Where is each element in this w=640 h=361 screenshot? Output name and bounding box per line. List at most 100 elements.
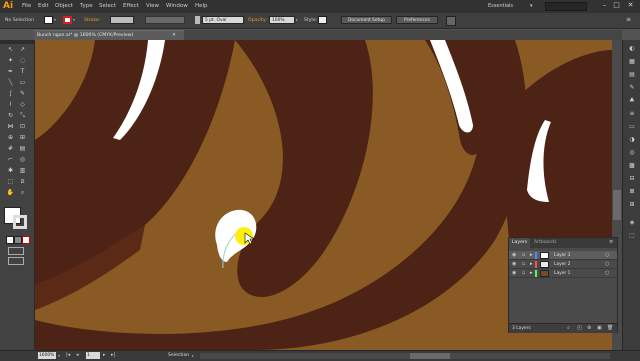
gradient-mode-icon[interactable] bbox=[14, 236, 22, 244]
artboard-tool-icon[interactable]: ⬚ bbox=[5, 177, 16, 187]
mesh-tool-icon[interactable]: # bbox=[5, 144, 16, 154]
transparency-icon[interactable]: ◑ bbox=[626, 135, 638, 144]
free-transform-tool-icon[interactable]: ⊡ bbox=[17, 122, 28, 132]
zoom-field[interactable]: 1600% bbox=[38, 352, 56, 359]
search-input[interactable] bbox=[545, 2, 587, 11]
new-layer-icon[interactable]: ▣ bbox=[597, 325, 602, 331]
lock-toggle-icon[interactable]: ▫ bbox=[522, 252, 525, 258]
paintbrush-tool-icon[interactable]: ∫ bbox=[5, 89, 16, 99]
status-menu-icon[interactable]: ▸ bbox=[192, 353, 194, 358]
opacity-field[interactable]: 100% bbox=[269, 16, 295, 24]
horizontal-scroll-thumb[interactable] bbox=[410, 353, 450, 359]
visibility-eye-icon[interactable]: ◉ bbox=[512, 252, 516, 258]
vertical-scroll-thumb[interactable] bbox=[613, 190, 621, 220]
shape-builder-tool-icon[interactable]: ⊕ bbox=[5, 133, 16, 143]
expand-arrow-icon[interactable]: ▸ bbox=[530, 261, 533, 267]
layer-name[interactable]: Layer 3 bbox=[554, 253, 570, 258]
close-button[interactable]: ✕ bbox=[626, 1, 635, 10]
menu-file[interactable]: File bbox=[22, 3, 31, 9]
slice-tool-icon[interactable]: ⧄ bbox=[17, 177, 28, 187]
menu-help[interactable]: Help bbox=[195, 3, 208, 9]
layer-row[interactable]: ◉ ▫ ▸ Layer 3 ○ bbox=[509, 251, 617, 260]
layers-icon[interactable]: ◈ bbox=[626, 218, 638, 227]
expand-arrow-icon[interactable]: ▸ bbox=[530, 252, 533, 258]
stroke-dropdown-icon[interactable]: ▾ bbox=[73, 17, 75, 22]
brushes-icon[interactable]: ✎ bbox=[626, 83, 638, 92]
document-setup-button[interactable]: Document Setup bbox=[341, 16, 392, 24]
transform-icon[interactable]: ⊞ bbox=[626, 200, 638, 209]
eraser-tool-icon[interactable]: ◇ bbox=[17, 100, 28, 110]
first-artboard-icon[interactable]: |◂ bbox=[66, 352, 70, 358]
new-sublayer-icon[interactable]: ⊕ bbox=[587, 325, 591, 331]
brush-definition-field[interactable]: 5 pt. Oval bbox=[202, 16, 244, 24]
previous-artboard-icon[interactable]: ◂ bbox=[76, 352, 79, 358]
graphic-style-swatch[interactable] bbox=[318, 16, 327, 24]
maximize-button[interactable]: □ bbox=[612, 1, 621, 10]
artboard-number-field[interactable]: 1 bbox=[86, 352, 100, 359]
layer-row[interactable]: ◉ ▫ ▸ Layer 2 ○ bbox=[509, 260, 617, 269]
symbols-icon[interactable]: ♣ bbox=[626, 96, 638, 105]
symbol-sprayer-tool-icon[interactable]: ✱ bbox=[5, 166, 16, 176]
menu-object[interactable]: Object bbox=[55, 3, 73, 9]
stroke-weight-field[interactable] bbox=[110, 16, 134, 24]
magic-wand-tool-icon[interactable]: ✦ bbox=[5, 56, 16, 66]
layer-name[interactable]: Layer 1 bbox=[554, 271, 570, 276]
panel-menu-icon[interactable]: ≡ bbox=[609, 239, 613, 245]
tab-layers[interactable]: Layers bbox=[509, 238, 531, 248]
horizontal-scrollbar[interactable] bbox=[200, 353, 610, 359]
visibility-eye-icon[interactable]: ◉ bbox=[512, 261, 516, 267]
target-icon[interactable]: ○ bbox=[605, 270, 609, 276]
blend-tool-icon[interactable]: ◎ bbox=[17, 155, 28, 165]
rotate-tool-icon[interactable]: ↻ bbox=[5, 111, 16, 121]
stroke-label[interactable]: Stroke: bbox=[84, 18, 100, 23]
minimize-button[interactable]: – bbox=[600, 1, 609, 10]
color-mode-icon[interactable] bbox=[6, 236, 14, 244]
gradient-tool-icon[interactable]: ▤ bbox=[17, 144, 28, 154]
expand-arrow-icon[interactable]: ▸ bbox=[530, 270, 533, 276]
gradient-panel-icon[interactable]: ▭ bbox=[626, 122, 638, 131]
lock-toggle-icon[interactable]: ▫ bbox=[522, 261, 525, 267]
locate-object-icon[interactable]: ⌕ bbox=[567, 325, 570, 331]
drawing-mode-icon[interactable] bbox=[8, 247, 24, 255]
layer-row[interactable]: ◉ ▫ ▸ Layer 1 ○ bbox=[509, 269, 617, 278]
fill-swatch[interactable] bbox=[44, 16, 53, 24]
stroke-swatch[interactable] bbox=[63, 16, 72, 24]
color-guide-icon[interactable]: ▦ bbox=[626, 57, 638, 66]
menu-edit[interactable]: Edit bbox=[38, 3, 49, 9]
type-tool-icon[interactable]: T bbox=[17, 67, 28, 77]
lasso-tool-icon[interactable]: ◌ bbox=[17, 56, 28, 66]
menu-window[interactable]: Window bbox=[166, 3, 188, 9]
column-graph-tool-icon[interactable]: ▥ bbox=[17, 166, 28, 176]
pen-tool-icon[interactable]: ✒ bbox=[5, 67, 16, 77]
menu-effect[interactable]: Effect bbox=[123, 3, 139, 9]
target-icon[interactable]: ○ bbox=[605, 252, 609, 258]
arrange-documents-icon[interactable] bbox=[446, 16, 456, 26]
panel-menu-icon[interactable]: ≡ bbox=[626, 16, 634, 24]
menu-select[interactable]: Select bbox=[99, 3, 116, 9]
rectangle-tool-icon[interactable]: ▭ bbox=[17, 78, 28, 88]
stroke-panel-icon[interactable]: ≡ bbox=[626, 109, 638, 118]
screen-mode-icon[interactable] bbox=[8, 257, 24, 265]
none-mode-icon[interactable] bbox=[22, 236, 30, 244]
graphic-styles-icon[interactable]: ▩ bbox=[626, 161, 638, 170]
make-clipping-mask-icon[interactable]: ◰ bbox=[577, 325, 582, 331]
blob-brush-tool-icon[interactable]: ⌇ bbox=[5, 100, 16, 110]
stroke-color-box[interactable] bbox=[13, 215, 27, 229]
appearance-icon[interactable]: ◎ bbox=[626, 148, 638, 157]
target-icon[interactable]: ○ bbox=[605, 261, 609, 267]
selection-tool-icon[interactable]: ↖ bbox=[5, 45, 16, 55]
color-panel-icon[interactable]: ◐ bbox=[626, 44, 638, 53]
workspace-dropdown-icon[interactable]: ▾ bbox=[530, 3, 533, 9]
delete-layer-icon[interactable]: 🗑 bbox=[607, 325, 613, 331]
tools-panel-header[interactable] bbox=[0, 40, 34, 44]
perspective-grid-tool-icon[interactable]: ⊞ bbox=[17, 133, 28, 143]
pathfinder-icon[interactable]: ⊠ bbox=[626, 187, 638, 196]
scale-tool-icon[interactable]: ⤡ bbox=[17, 111, 28, 121]
opacity-label[interactable]: Opacity: bbox=[248, 18, 267, 23]
lock-toggle-icon[interactable]: ▫ bbox=[522, 270, 525, 276]
menu-view[interactable]: View bbox=[146, 3, 159, 9]
hand-tool-icon[interactable]: ✋ bbox=[5, 188, 16, 198]
last-artboard-icon[interactable]: ▸| bbox=[111, 352, 115, 358]
eyedropper-tool-icon[interactable]: ⌐ bbox=[5, 155, 16, 165]
direct-selection-tool-icon[interactable]: ↗ bbox=[17, 45, 28, 55]
